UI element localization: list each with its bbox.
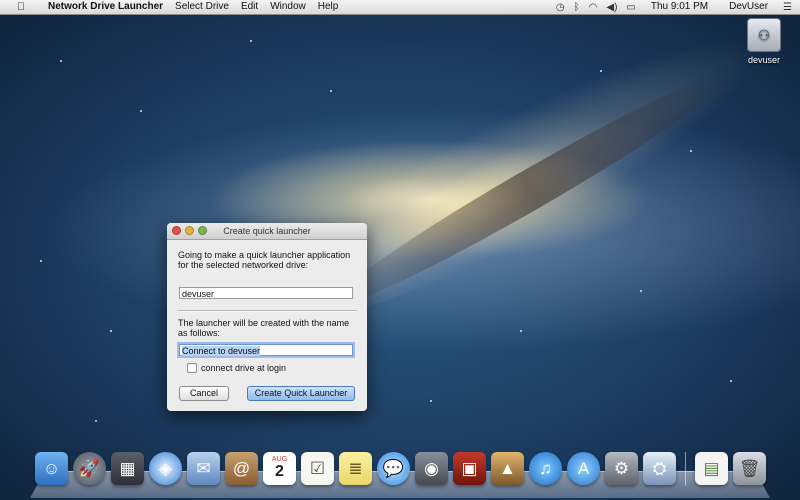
star [520,330,522,332]
calendar-icon[interactable]: AUG 2 [263,452,296,485]
menu-help[interactable]: Help [312,0,345,14]
network-drive-launcher-icon[interactable]: ⛭ [643,452,676,485]
cancel-button[interactable]: Cancel [179,386,229,401]
intro-text: Going to make a quick launcher applicati… [178,250,351,270]
desktop-drive-devuser[interactable]: ⚇ devuser [742,18,786,65]
star [110,330,112,332]
safari-icon[interactable]: ◈ [149,452,182,485]
checkbox-label: connect drive at login [201,363,287,373]
connect-at-login-checkbox[interactable] [187,363,197,373]
apple-menu-icon[interactable]:  [0,0,42,14]
dialog-titlebar[interactable]: Create quick launcher [167,223,367,240]
itunes-icon[interactable]: ♫ [529,452,562,485]
description-text: The launcher will be created with the na… [178,318,350,338]
app-store-icon[interactable]: A [567,452,600,485]
star [730,380,732,382]
star [40,260,42,262]
star [600,70,602,72]
dialog-title: Create quick launcher [223,226,311,236]
star [250,40,252,42]
app-menu[interactable]: Network Drive Launcher [42,0,169,14]
star [330,90,332,92]
menu-bar:  Network Drive Launcher Select Drive Ed… [0,0,800,15]
wifi-icon[interactable]: ◠ [589,2,598,13]
zoom-button[interactable] [198,226,207,235]
finder-icon[interactable]: ☺ [35,452,68,485]
menu-extras: ◷ ᛒ ◠ ◀) ▭ Thu 9:01 PM DevUser ☰ [556,0,800,14]
notification-center-icon[interactable]: ☰ [783,2,792,13]
star [95,420,97,422]
create-quick-launcher-dialog: Create quick launcher Going to make a qu… [167,223,367,411]
reminders-icon[interactable]: ☑ [301,452,334,485]
star [140,110,142,112]
dock: ☺ 🚀 ▦ ◈ ✉ @ AUG 2 ☑ ≣ 💬 ◉ ▣ ▲ ♫ A ⚙ ⛭ ▤ … [30,452,770,498]
mission-control-icon[interactable]: ▦ [111,452,144,485]
menu-window[interactable]: Window [264,0,312,14]
dock-divider [685,452,686,486]
selected-text: Connect to devuser [182,346,261,356]
launchpad-icon[interactable]: 🚀 [73,452,106,485]
create-quick-launcher-button[interactable]: Create Quick Launcher [247,386,355,401]
launcher-name-field[interactable]: Connect to devuser [179,344,353,356]
facetime-icon[interactable]: ◉ [415,452,448,485]
contacts-icon[interactable]: @ [225,452,258,485]
menu-edit[interactable]: Edit [235,0,264,14]
menu-user[interactable]: DevUser [723,0,774,14]
time-machine-icon[interactable]: ◷ [556,2,565,13]
bluetooth-icon[interactable]: ᛒ [574,2,580,13]
window-controls [172,226,207,235]
system-preferences-icon[interactable]: ⚙ [605,452,638,485]
trash-icon[interactable]: 🗑 [733,452,766,485]
dock-icons: ☺ 🚀 ▦ ◈ ✉ @ AUG 2 ☑ ≣ 💬 ◉ ▣ ▲ ♫ A ⚙ ⛭ ▤ … [35,452,766,494]
battery-icon[interactable]: ▭ [626,2,635,13]
calendar-month: AUG [271,456,288,463]
star [690,150,692,152]
messages-icon[interactable]: 💬 [377,452,410,485]
documents-stack-icon[interactable]: ▤ [695,452,728,485]
divider [177,310,357,312]
minimize-button[interactable] [185,226,194,235]
drive-label: devuser [747,55,781,65]
connect-at-login-option[interactable]: connect drive at login [187,363,286,373]
star [60,60,62,62]
notes-icon[interactable]: ≣ [339,452,372,485]
iphoto-icon[interactable]: ▲ [491,452,524,485]
network-drive-icon: ⚇ [747,18,781,52]
menu-select-drive[interactable]: Select Drive [169,0,235,14]
photo-booth-icon[interactable]: ▣ [453,452,486,485]
calendar-day: 2 [275,463,284,480]
close-button[interactable] [172,226,181,235]
drive-field[interactable]: devuser [179,287,353,299]
volume-icon[interactable]: ◀) [606,2,617,13]
mail-icon[interactable]: ✉ [187,452,220,485]
star [640,290,642,292]
menu-clock[interactable]: Thu 9:01 PM [645,0,714,14]
star [430,400,432,402]
